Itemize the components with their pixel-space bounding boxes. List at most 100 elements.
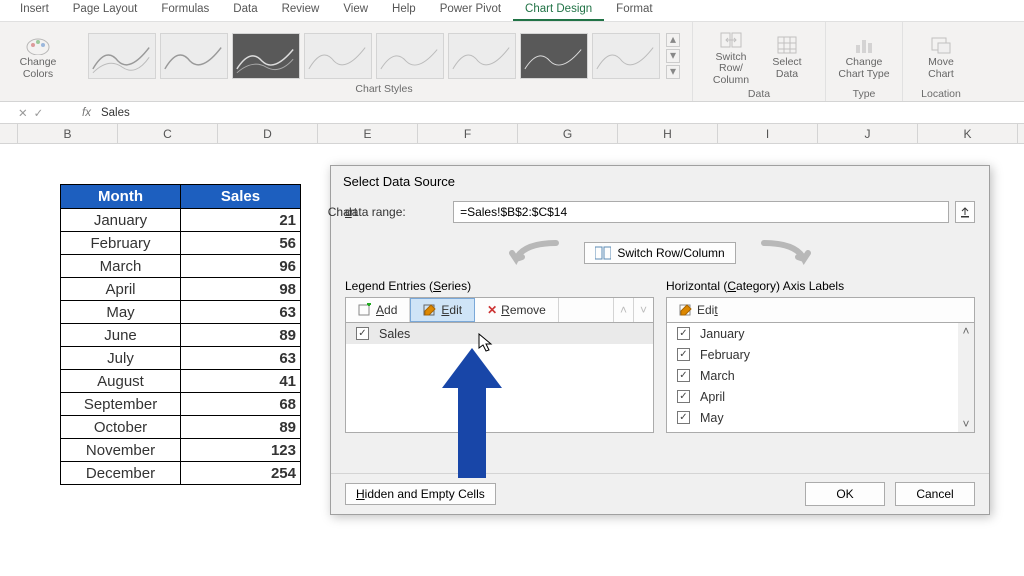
legend-entries-label: Legend Entries (Series) — [345, 279, 654, 293]
styles-scroll-down[interactable]: ▾ — [666, 49, 680, 63]
ribbon-body: Change Colors ▴ ▾ ▾ Chart Styles S — [0, 22, 1024, 102]
header-sales[interactable]: Sales — [181, 185, 301, 209]
fx-icon[interactable]: fx — [82, 107, 91, 119]
chart-style-6[interactable] — [448, 33, 516, 79]
category-listbox[interactable]: ✓January ✓February ✓March ✓April ✓May ˄˅ — [666, 323, 975, 433]
chart-data-range-input[interactable] — [453, 201, 949, 223]
col-k[interactable]: K — [918, 124, 1018, 143]
styles-scroll-up[interactable]: ▴ — [666, 33, 680, 47]
list-item[interactable]: ✓March — [667, 365, 974, 386]
chart-style-7[interactable] — [520, 33, 588, 79]
cancel-button[interactable]: Cancel — [895, 482, 975, 506]
checkbox-icon[interactable]: ✓ — [677, 390, 690, 403]
table-row[interactable]: November — [61, 439, 181, 462]
series-listbox[interactable]: ✓Sales — [345, 323, 654, 433]
table-row[interactable]: April — [61, 278, 181, 301]
tab-power-pivot[interactable]: Power Pivot — [428, 0, 513, 21]
table-row[interactable]: October — [61, 416, 181, 439]
chart-style-2[interactable] — [160, 33, 228, 79]
tab-chart-design[interactable]: Chart Design — [513, 0, 604, 21]
table-row[interactable]: July — [61, 347, 181, 370]
col-d[interactable]: D — [218, 124, 318, 143]
edit-category-button[interactable]: Edit — [667, 298, 730, 322]
table-row[interactable]: January — [61, 209, 181, 232]
cancel-formula-icon[interactable]: ✕ — [18, 106, 28, 120]
header-month[interactable]: Month — [61, 185, 181, 209]
chart-style-4[interactable] — [304, 33, 372, 79]
tab-page-layout[interactable]: Page Layout — [61, 0, 150, 21]
col-e[interactable]: E — [318, 124, 418, 143]
tab-help[interactable]: Help — [380, 0, 428, 21]
switch-row-column-button[interactable]: Switch Row/ Column — [705, 28, 757, 88]
table-row[interactable]: September — [61, 393, 181, 416]
checkbox-icon[interactable]: ✓ — [677, 327, 690, 340]
move-up-button[interactable]: ˄ — [613, 298, 633, 322]
tab-review[interactable]: Review — [270, 0, 332, 21]
move-down-button[interactable]: ˅ — [633, 298, 653, 322]
change-colors-button[interactable]: Change Colors — [12, 28, 64, 88]
scrollbar[interactable]: ˄˅ — [958, 323, 974, 432]
table-row[interactable]: August — [61, 370, 181, 393]
edit-icon — [423, 303, 437, 317]
legend-entries-panel: Legend Entries (Series) Add Edit ✕Remove… — [345, 279, 654, 433]
tab-formulas[interactable]: Formulas — [149, 0, 221, 21]
list-item[interactable]: ✓April — [667, 386, 974, 407]
ok-button[interactable]: OK — [805, 482, 885, 506]
checkbox-icon[interactable]: ✓ — [677, 369, 690, 382]
table-row[interactable]: December — [61, 462, 181, 485]
list-item[interactable]: ✓January — [667, 323, 974, 344]
data-table: MonthSales January21 February56 March96 … — [60, 184, 301, 485]
add-series-button[interactable]: Add — [346, 298, 410, 322]
col-j[interactable]: J — [818, 124, 918, 143]
tab-view[interactable]: View — [331, 0, 380, 21]
col-g[interactable]: G — [518, 124, 618, 143]
chart-style-1[interactable] — [88, 33, 156, 79]
tab-insert[interactable]: Insert — [8, 0, 61, 21]
category-axis-panel: Horizontal (Category) Axis Labels Edit ✓… — [666, 279, 975, 433]
remove-series-button[interactable]: ✕Remove — [475, 298, 559, 322]
select-data-button[interactable]: Select Data — [761, 28, 813, 88]
col-b[interactable]: B — [18, 124, 118, 143]
data-group-label: Data — [748, 88, 770, 100]
formula-bar: ✕ ✓ fx Sales — [0, 102, 1024, 124]
col-f[interactable]: F — [418, 124, 518, 143]
list-item[interactable]: ✓May — [667, 407, 974, 428]
tab-data[interactable]: Data — [221, 0, 269, 21]
scroll-up-icon[interactable]: ˄ — [958, 323, 974, 339]
edit-icon — [679, 303, 693, 317]
table-row[interactable]: February — [61, 232, 181, 255]
range-select-icon — [959, 206, 971, 218]
move-chart-button[interactable]: Move Chart — [915, 28, 967, 88]
list-item[interactable]: ✓Sales — [346, 323, 653, 344]
ribbon-tabs: Insert Page Layout Formulas Data Review … — [0, 0, 1024, 22]
hidden-empty-cells-button[interactable]: Hidden and Empty Cells — [345, 483, 496, 505]
table-row[interactable]: March — [61, 255, 181, 278]
enter-formula-icon[interactable]: ✓ — [34, 106, 44, 120]
category-axis-label: Horizontal (Category) Axis Labels — [666, 279, 975, 293]
collapse-dialog-button[interactable] — [955, 201, 975, 223]
list-item[interactable]: ✓February — [667, 344, 974, 365]
chart-style-3[interactable] — [232, 33, 300, 79]
chart-style-5[interactable] — [376, 33, 444, 79]
tab-format[interactable]: Format — [604, 0, 664, 21]
col-c[interactable]: C — [118, 124, 218, 143]
edit-series-button[interactable]: Edit — [410, 298, 475, 322]
switch-row-column-dialog-button[interactable]: Switch Row/Column — [584, 242, 735, 264]
table-row[interactable]: June — [61, 324, 181, 347]
column-headers: B C D E F G H I J K — [0, 124, 1024, 144]
switch-icon — [720, 30, 742, 50]
checkbox-icon[interactable]: ✓ — [677, 411, 690, 424]
scroll-down-icon[interactable]: ˅ — [958, 416, 974, 432]
col-h[interactable]: H — [618, 124, 718, 143]
col-i[interactable]: I — [718, 124, 818, 143]
checkbox-icon[interactable]: ✓ — [356, 327, 369, 340]
change-chart-type-button[interactable]: Change Chart Type — [838, 28, 890, 88]
formula-value[interactable]: Sales — [101, 107, 130, 119]
select-data-icon — [776, 35, 798, 55]
chart-style-8[interactable] — [592, 33, 660, 79]
checkbox-icon[interactable]: ✓ — [677, 348, 690, 361]
chart-styles-label: Chart Styles — [355, 83, 412, 99]
styles-more[interactable]: ▾ — [666, 65, 680, 79]
type-group-label: Type — [853, 88, 876, 100]
table-row[interactable]: May — [61, 301, 181, 324]
